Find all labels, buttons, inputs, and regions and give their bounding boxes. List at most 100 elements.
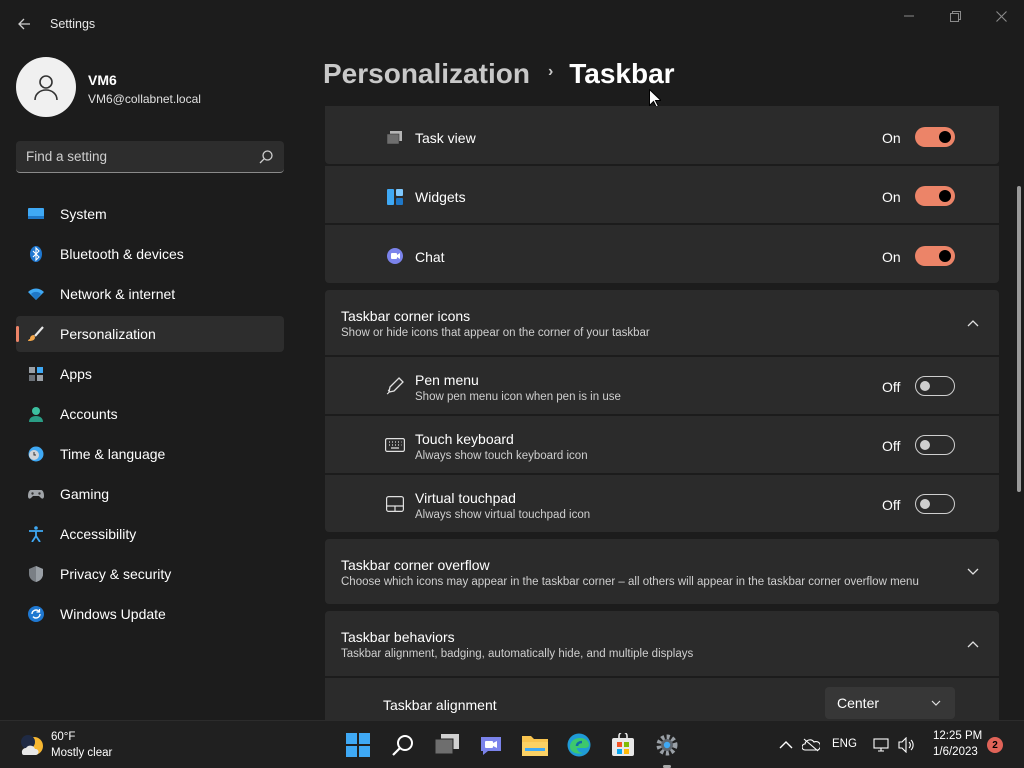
virtual-touchpad-toggle[interactable]	[915, 494, 955, 514]
onedrive-offline-icon[interactable]	[802, 736, 820, 754]
search-icon[interactable]	[258, 149, 274, 165]
user-name: VM6	[88, 72, 117, 88]
volume-icon[interactable]	[898, 736, 916, 754]
app-title: Settings	[50, 17, 96, 31]
row-title: Touch keyboard	[415, 431, 514, 447]
sidebar-item-label: Gaming	[60, 486, 110, 502]
sidebar-item-network[interactable]: Network & internet	[16, 276, 284, 312]
sidebar-item-system[interactable]: System	[16, 196, 284, 232]
breadcrumb: Personalization › Taskbar	[323, 58, 675, 90]
sidebar-item-label: System	[60, 206, 107, 222]
sidebar-item-gaming[interactable]: Gaming	[16, 476, 284, 512]
sidebar-item-accessibility[interactable]: Accessibility	[16, 516, 284, 552]
sidebar-item-personalization[interactable]: Personalization	[16, 316, 284, 352]
search-box[interactable]	[16, 141, 284, 173]
gamepad-icon	[28, 486, 44, 502]
clock-time[interactable]: 12:25 PM	[933, 730, 982, 742]
start-icon[interactable]	[345, 732, 371, 758]
avatar[interactable]	[16, 57, 76, 117]
pen-menu-row: Pen menu Show pen menu icon when pen is …	[325, 357, 999, 414]
sidebar-item-label: Time & language	[60, 446, 166, 462]
section-subtitle: Choose which icons may appear in the tas…	[341, 576, 919, 588]
restore-button[interactable]	[932, 4, 978, 28]
corner-overflow-header[interactable]: Taskbar corner overflow Choose which ico…	[325, 539, 999, 604]
back-button[interactable]	[10, 10, 38, 38]
corner-icons-header[interactable]: Taskbar corner icons Show or hide icons …	[325, 290, 999, 355]
clock-date[interactable]: 1/6/2023	[933, 746, 978, 758]
page-title: Taskbar	[569, 58, 675, 89]
task-view-toggle[interactable]	[915, 127, 955, 147]
section-subtitle: Show or hide icons that appear on the co…	[341, 327, 650, 339]
taskbar-alignment-dropdown[interactable]: Center	[825, 687, 955, 719]
taskbar: 60°F Mostly clear ENG 12:25 PM 1/6/2023 …	[0, 720, 1024, 768]
row-subtitle: Show pen menu icon when pen is in use	[415, 391, 621, 403]
chat-icon	[385, 246, 405, 266]
file-explorer-icon[interactable]	[522, 732, 548, 758]
chat-toggle[interactable]	[915, 246, 955, 266]
notification-badge[interactable]: 2	[987, 737, 1003, 753]
weather-icon[interactable]	[19, 733, 45, 762]
section-subtitle: Taskbar alignment, badging, automaticall…	[341, 648, 694, 660]
sidebar-item-label: Bluetooth & devices	[60, 246, 184, 262]
touchpad-icon	[385, 494, 405, 514]
weather-desc[interactable]: Mostly clear	[51, 747, 112, 759]
search-input[interactable]	[26, 149, 246, 164]
sidebar-item-label: Privacy & security	[60, 566, 172, 582]
back-arrow-icon	[18, 18, 30, 30]
minimize-icon	[904, 15, 914, 17]
minimize-button[interactable]	[886, 4, 932, 28]
clock-globe-icon	[28, 446, 44, 462]
pen-menu-toggle[interactable]	[915, 376, 955, 396]
restore-icon	[949, 10, 961, 22]
language-indicator[interactable]: ENG	[832, 738, 857, 750]
title-bar: Settings	[0, 0, 1024, 48]
bluetooth-icon	[28, 246, 44, 262]
monitor-icon	[28, 206, 44, 222]
sidebar-item-label: Windows Update	[60, 606, 166, 622]
chevron-up-icon[interactable]	[965, 636, 981, 652]
edge-icon[interactable]	[566, 732, 592, 758]
row-subtitle: Always show touch keyboard icon	[415, 450, 588, 462]
weather-temp[interactable]: 60°F	[51, 731, 75, 743]
widgets-toggle[interactable]	[915, 186, 955, 206]
sidebar-item-bluetooth[interactable]: Bluetooth & devices	[16, 236, 284, 272]
sidebar-item-apps[interactable]: Apps	[16, 356, 284, 392]
row-subtitle: Always show virtual touchpad icon	[415, 509, 591, 521]
task-view-row: Task view On	[325, 106, 999, 164]
sidebar-item-accounts[interactable]: Accounts	[16, 396, 284, 432]
row-title: Taskbar alignment	[383, 697, 497, 713]
sidebar-item-windows-update[interactable]: Windows Update	[16, 596, 284, 632]
toggle-state-label: On	[882, 249, 901, 265]
taskbar-alignment-row: Taskbar alignment Center	[325, 678, 999, 720]
settings-gear-icon[interactable]	[654, 732, 680, 758]
task-view-icon[interactable]	[434, 732, 460, 758]
breadcrumb-parent[interactable]: Personalization	[323, 58, 530, 90]
search-icon[interactable]	[390, 732, 416, 758]
behaviors-header[interactable]: Taskbar behaviors Taskbar alignment, bad…	[325, 611, 999, 676]
sidebar-item-privacy[interactable]: Privacy & security	[16, 556, 284, 592]
row-title: Virtual touchpad	[415, 490, 516, 506]
row-title: Widgets	[415, 189, 466, 205]
toggle-state-label: On	[882, 130, 901, 146]
brush-icon	[28, 326, 44, 342]
sidebar-item-label: Network & internet	[60, 286, 176, 302]
close-button[interactable]	[978, 4, 1024, 28]
dropdown-value: Center	[837, 695, 880, 711]
chevron-up-icon[interactable]	[777, 736, 795, 754]
sidebar-item-time-language[interactable]: Time & language	[16, 436, 284, 472]
sidebar-item-label: Apps	[60, 366, 92, 382]
sidebar-nav: System Bluetooth & devices Network & int…	[16, 196, 284, 636]
widgets-icon	[385, 187, 405, 207]
chevron-down-icon[interactable]	[965, 564, 981, 580]
chevron-up-icon[interactable]	[965, 315, 981, 331]
wifi-icon	[28, 286, 44, 302]
network-icon[interactable]	[873, 736, 891, 754]
apps-icon	[28, 366, 44, 382]
touch-keyboard-toggle[interactable]	[915, 435, 955, 455]
toggle-state-label: Off	[882, 497, 901, 513]
content-scrollbar[interactable]	[1017, 186, 1021, 492]
chat-icon[interactable]	[478, 732, 504, 758]
store-icon[interactable]	[610, 732, 636, 758]
person-icon	[28, 406, 44, 422]
virtual-touchpad-row: Virtual touchpad Always show virtual tou…	[325, 475, 999, 532]
